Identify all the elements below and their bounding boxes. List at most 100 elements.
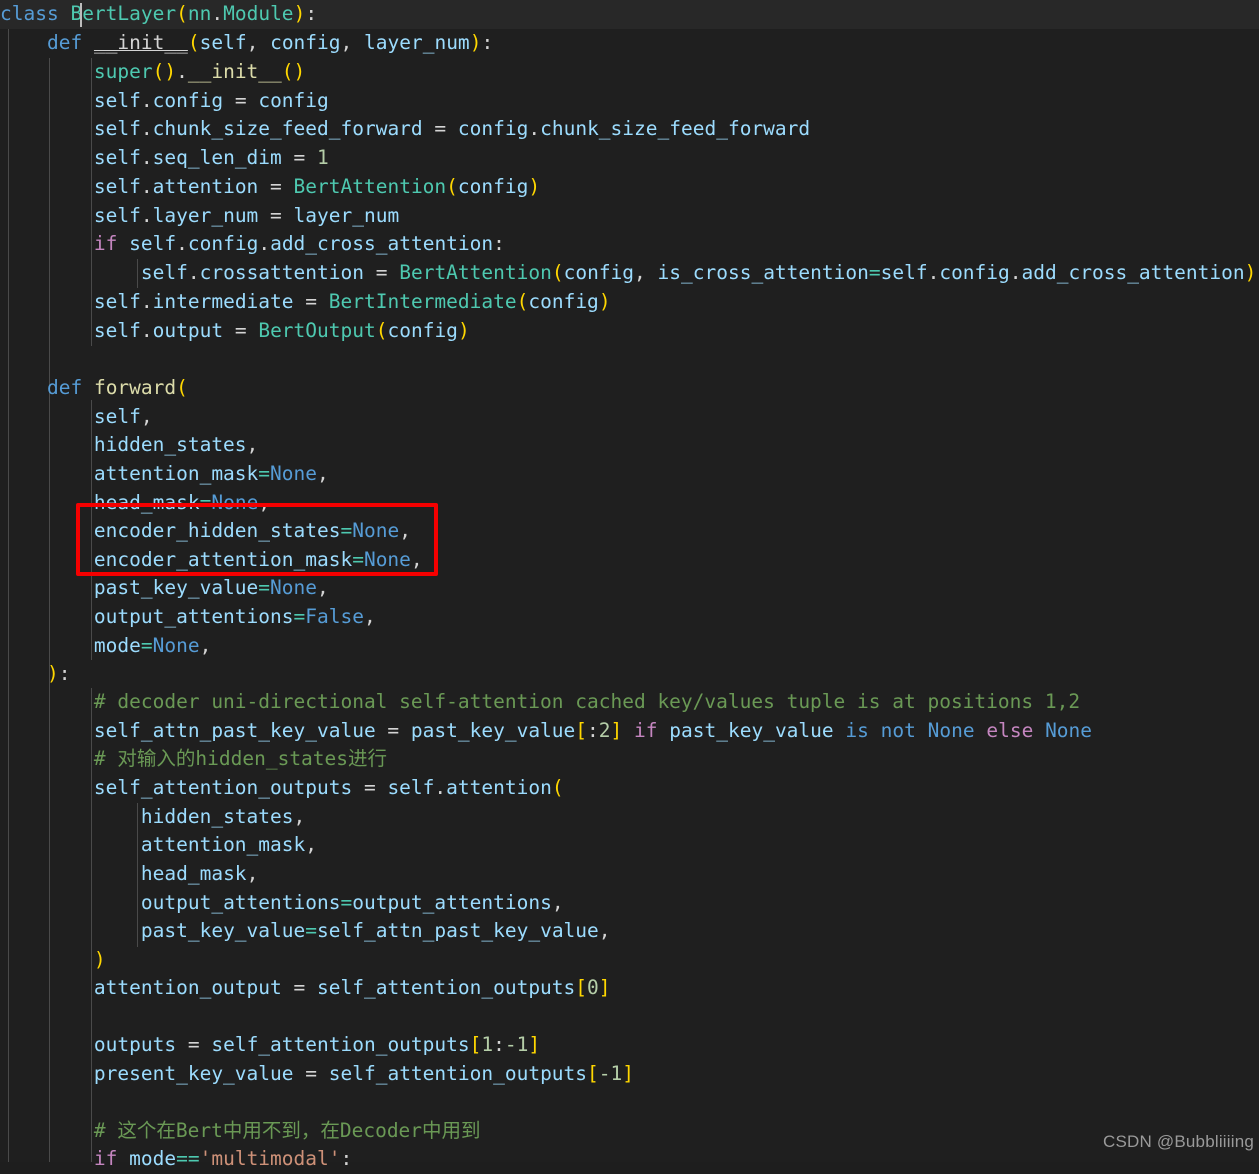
code-token: False (305, 605, 364, 628)
code-line[interactable]: encoder_hidden_states=None, (0, 517, 411, 546)
code-line[interactable]: ): (0, 660, 71, 689)
code-line[interactable]: self.output = BertOutput(config) (0, 317, 470, 346)
code-token: self (140, 261, 188, 284)
code-token: : (481, 31, 494, 54)
code-token: , (140, 405, 153, 428)
code-token: attention (446, 776, 552, 799)
text-caret (80, 3, 82, 27)
code-line[interactable]: past_key_value=self_attn_past_key_value, (0, 917, 611, 946)
code-token: , (598, 919, 611, 942)
code-line[interactable]: self_attention_outputs = self.attention( (0, 774, 564, 803)
code-token: config (457, 175, 529, 198)
code-line[interactable]: self.chunk_size_feed_forward = config.ch… (0, 115, 810, 144)
code-token: outputs (93, 1033, 177, 1056)
code-line[interactable]: head_mask=None, (0, 489, 270, 518)
code-line[interactable]: outputs = self_attention_outputs[1:-1] (0, 1031, 540, 1060)
code-line[interactable]: self.intermediate = BertIntermediate(con… (0, 288, 611, 317)
code-line[interactable]: def __init__(self, config, layer_num): (0, 29, 493, 58)
code-editor[interactable]: class BertLayer(nn.Module): def __init__… (0, 0, 1259, 1170)
code-line[interactable]: ) (0, 946, 106, 975)
code-token: . (140, 290, 153, 313)
code-token: ) (1244, 261, 1257, 284)
code-token: , (199, 634, 212, 657)
code-token: attention (152, 175, 259, 198)
code-line[interactable]: self.attention = BertAttention(config) (0, 173, 540, 202)
code-token: config (187, 232, 259, 255)
code-token: chunk_size_feed_forward (540, 117, 811, 140)
code-token: ] (598, 976, 611, 999)
code-line[interactable]: attention_mask=None, (0, 460, 329, 489)
code-token: mode (93, 634, 141, 657)
code-token: , (246, 862, 259, 885)
code-line[interactable]: output_attentions=output_attentions, (0, 889, 564, 918)
code-token: self (387, 776, 435, 799)
code-token: config (152, 89, 224, 112)
code-token: -1 (504, 1033, 529, 1056)
code-line[interactable]: super().__init__() (0, 58, 305, 87)
code-line[interactable]: # 对输入的hidden_states进行 (0, 745, 387, 774)
code-line[interactable]: output_attentions=False, (0, 603, 376, 632)
code-line[interactable]: hidden_states, (0, 431, 258, 460)
code-token: ) (469, 31, 482, 54)
code-token: = (422, 117, 458, 140)
code-token: = (140, 634, 153, 657)
code-line[interactable]: self.config = config (0, 87, 329, 116)
code-line[interactable]: class BertLayer(nn.Module): (0, 0, 317, 29)
code-token: = (352, 776, 388, 799)
code-line[interactable]: self_attn_past_key_value = past_key_valu… (0, 717, 1092, 746)
code-line[interactable]: if self.config.add_cross_attention: (0, 230, 505, 259)
code-line[interactable]: attention_mask, (0, 831, 317, 860)
code-token: ] (622, 1062, 635, 1085)
code-line[interactable]: hidden_states, (0, 803, 305, 832)
code-token: . (140, 175, 153, 198)
code-line[interactable]: def forward( (0, 374, 188, 403)
code-line[interactable]: if mode=='multimodal': (0, 1145, 352, 1174)
code-token: = (258, 204, 294, 227)
code-line[interactable]: self.crossattention = BertAttention(conf… (0, 259, 1256, 288)
code-token: def (46, 376, 83, 399)
code-line[interactable]: # 这个在Bert中用不到，在Decoder中用到 (0, 1117, 481, 1146)
code-line[interactable]: past_key_value=None, (0, 574, 329, 603)
code-token: ( (187, 31, 200, 54)
code-token: self (880, 261, 928, 284)
code-line[interactable]: # decoder uni-directional self-attention… (0, 688, 1080, 717)
code-line[interactable]: encoder_attention_mask=None, (0, 546, 423, 575)
code-line[interactable]: head_mask, (0, 860, 258, 889)
code-token: . (1009, 261, 1022, 284)
code-token: chunk_size_feed_forward (152, 117, 423, 140)
code-token: ( (516, 290, 529, 313)
code-line[interactable]: self.layer_num = layer_num (0, 202, 399, 231)
code-token: = (375, 719, 411, 742)
code-token: = (258, 576, 271, 599)
code-token: ) (598, 290, 611, 313)
code-token: , (317, 576, 329, 599)
code-token: : (493, 1033, 505, 1056)
code-line[interactable]: present_key_value = self_attention_outpu… (0, 1060, 634, 1089)
code-token: : (58, 662, 71, 685)
code-line[interactable]: attention_output = self_attention_output… (0, 974, 611, 1003)
code-token: add_cross_attention (270, 232, 494, 255)
code-text-area[interactable]: class BertLayer(nn.Module): def __init__… (0, 0, 1259, 1170)
code-token: self_attn_past_key_value (317, 919, 599, 942)
code-line[interactable]: mode=None, (0, 632, 211, 661)
code-line[interactable]: self.seq_len_dim = 1 (0, 144, 329, 173)
code-line[interactable]: self, (0, 403, 153, 432)
code-token: , (246, 31, 271, 54)
code-token: add_cross_attention (1021, 261, 1245, 284)
